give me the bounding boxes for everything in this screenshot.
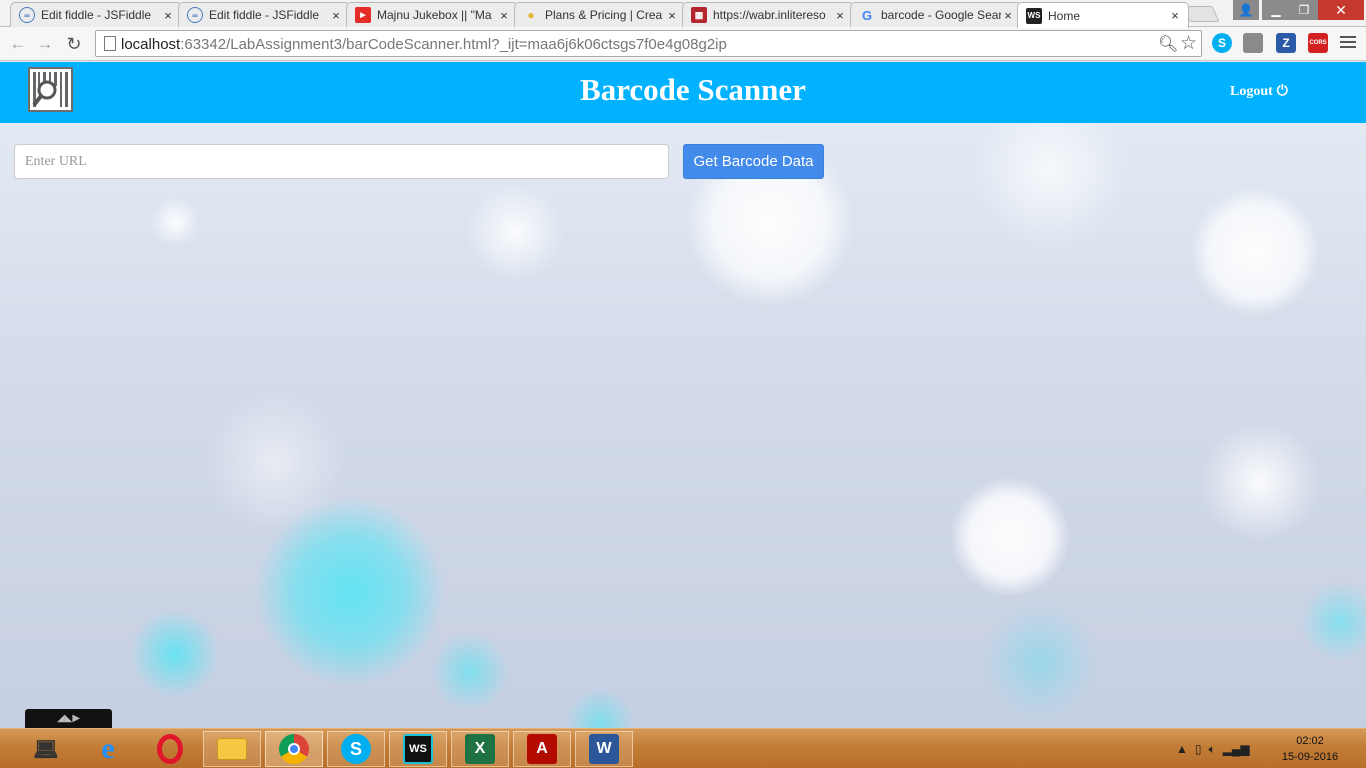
close-icon[interactable]: × (833, 8, 847, 23)
chrome-icon (279, 734, 309, 764)
tab-title: Edit fiddle - JSFiddle (41, 8, 152, 22)
close-icon[interactable]: × (497, 8, 511, 23)
tab-title: https://wabr.inlitereso (713, 8, 826, 22)
file-explorer-icon (217, 738, 247, 760)
webstorm-icon: WS (403, 734, 433, 764)
clock-time: 02:02 (1296, 735, 1324, 747)
show-hidden-icons-icon[interactable]: ▲ (1176, 742, 1188, 756)
maximize-icon[interactable]: ❐ (1290, 0, 1318, 20)
excel-icon: X (465, 734, 495, 764)
close-icon[interactable]: × (1168, 8, 1182, 23)
power-icon: ⏻ (1276, 84, 1288, 99)
page-icon (104, 36, 116, 51)
taskbar-opera-button[interactable] (141, 731, 199, 767)
reload-icon[interactable]: ↻ (63, 33, 85, 55)
browser-tab[interactable]: ∞ Edit fiddle - JSFiddle × (10, 2, 182, 27)
browser-toolbar: ← → ↻ localhost:63342/LabAssignment3/bar… (0, 27, 1366, 61)
zotero-extension-icon[interactable]: Z (1276, 33, 1296, 53)
browser-tab[interactable]: ∞ Edit fiddle - JSFiddle × (178, 2, 350, 27)
tab-title: barcode - Google Sear (881, 8, 1001, 22)
taskbar-explorer-button[interactable] (203, 731, 261, 767)
close-icon[interactable]: × (665, 8, 679, 23)
laptop-icon: 💻︎ (33, 738, 59, 761)
chrome-menu-icon[interactable] (1340, 33, 1356, 53)
webstorm-icon: WS (1026, 7, 1042, 24)
zoom-magnifier-icon[interactable]: 🔍︎ (1158, 34, 1178, 54)
url-path: :63342/LabAssignment3/barCodeScanner.htm… (180, 36, 727, 53)
jsfiddle-icon: ∞ (19, 7, 35, 23)
window-close-icon[interactable]: ✕ (1318, 0, 1364, 20)
taskbar-laptop-button[interactable]: 💻︎ (17, 731, 75, 767)
logout-button[interactable]: Logout ⏻ (1230, 84, 1288, 100)
power-plug-icon[interactable]: ▯ (1195, 742, 1202, 756)
address-url[interactable]: localhost:63342/LabAssignment3/barCodeSc… (121, 36, 727, 53)
back-arrow-icon[interactable]: ← (7, 33, 29, 55)
skype-extension-label: S (1217, 36, 1226, 50)
close-icon[interactable]: × (329, 8, 343, 23)
clock-date: 15-09-2016 (1281, 751, 1339, 763)
youtube-icon: ▶ (355, 7, 371, 23)
bookmark-star-icon[interactable]: ☆ (1180, 32, 1197, 55)
internet-explorer-icon: e (101, 732, 115, 765)
skype-icon: S (341, 734, 371, 764)
taskbar-chrome-button[interactable] (265, 731, 323, 767)
taskbar-skype-button[interactable]: S (327, 731, 385, 767)
opera-icon (157, 734, 183, 764)
tab-title: Edit fiddle - JSFiddle (209, 8, 320, 22)
taskbar-ie-button[interactable]: e (79, 731, 137, 767)
taskbar-webstorm-button[interactable]: WS (389, 731, 447, 767)
cors-extension-icon[interactable]: CORS (1308, 33, 1328, 53)
get-barcode-data-button[interactable]: Get Barcode Data (683, 144, 824, 179)
user-icon[interactable]: 👤 (1233, 0, 1259, 20)
tab-title: Plans & Pricing | Crea (545, 8, 663, 22)
browser-tab-strip: ∞ Edit fiddle - JSFiddle × ∞ Edit fiddle… (0, 0, 1366, 28)
taskbar-word-button[interactable]: W (575, 731, 633, 767)
url-host: localhost (121, 36, 181, 53)
address-bar[interactable]: localhost:63342/LabAssignment3/barCodeSc… (95, 30, 1202, 57)
page-title: Barcode Scanner (580, 72, 806, 107)
jsfiddle-icon: ∞ (187, 7, 203, 23)
app-header: Barcode Scanner Logout ⏻ (0, 62, 1366, 123)
wabr-icon: ▦ (691, 7, 707, 23)
taskbar-acrobat-button[interactable]: A (513, 731, 571, 767)
logout-label: Logout (1230, 84, 1273, 99)
browser-tab-active[interactable]: WS Home × (1017, 2, 1189, 28)
tab-title: Majnu Jukebox || "Ma (377, 8, 492, 22)
volume-icon[interactable]: 🔈︎ (1209, 742, 1216, 757)
word-icon: W (589, 734, 619, 764)
page-viewport: Barcode Scanner Logout ⏻ Get Barcode Dat… (0, 62, 1366, 728)
network-signal-icon[interactable]: ▂▄▆ (1223, 742, 1250, 756)
browser-tab[interactable]: ● Plans & Pricing | Crea × (514, 2, 686, 27)
zotero-extension-label: Z (1282, 36, 1290, 50)
floating-mini-toolbar[interactable]: ◢◣▶ (25, 709, 112, 728)
cors-extension-label: CORS (1309, 40, 1327, 46)
browser-tab[interactable]: G barcode - Google Sear × (850, 2, 1022, 27)
taskbar-clock[interactable]: 02:02 15-09-2016 (1280, 733, 1340, 765)
google-icon: G (861, 7, 873, 23)
skype-extension-icon[interactable]: S (1212, 33, 1232, 53)
lightbulb-icon: ● (527, 8, 535, 22)
browser-tab[interactable]: ▶ Majnu Jukebox || "Ma × (346, 2, 518, 27)
forward-arrow-icon[interactable]: → (34, 33, 56, 55)
browser-tab[interactable]: ▦ https://wabr.inlitereso × (682, 2, 854, 27)
tab-title: Home (1048, 8, 1081, 23)
minimize-icon[interactable]: ▁ (1262, 0, 1290, 20)
shield-extension-icon[interactable] (1243, 33, 1263, 53)
windows-taskbar: 💻︎ e S WS X A W (0, 728, 1366, 768)
close-icon[interactable]: × (161, 8, 175, 23)
acrobat-icon: A (527, 734, 557, 764)
taskbar-excel-button[interactable]: X (451, 731, 509, 767)
system-tray: ▲ ▯ 🔈︎ ▂▄▆ (1176, 740, 1250, 758)
close-icon[interactable]: × (1001, 8, 1015, 23)
url-input[interactable] (14, 144, 669, 179)
